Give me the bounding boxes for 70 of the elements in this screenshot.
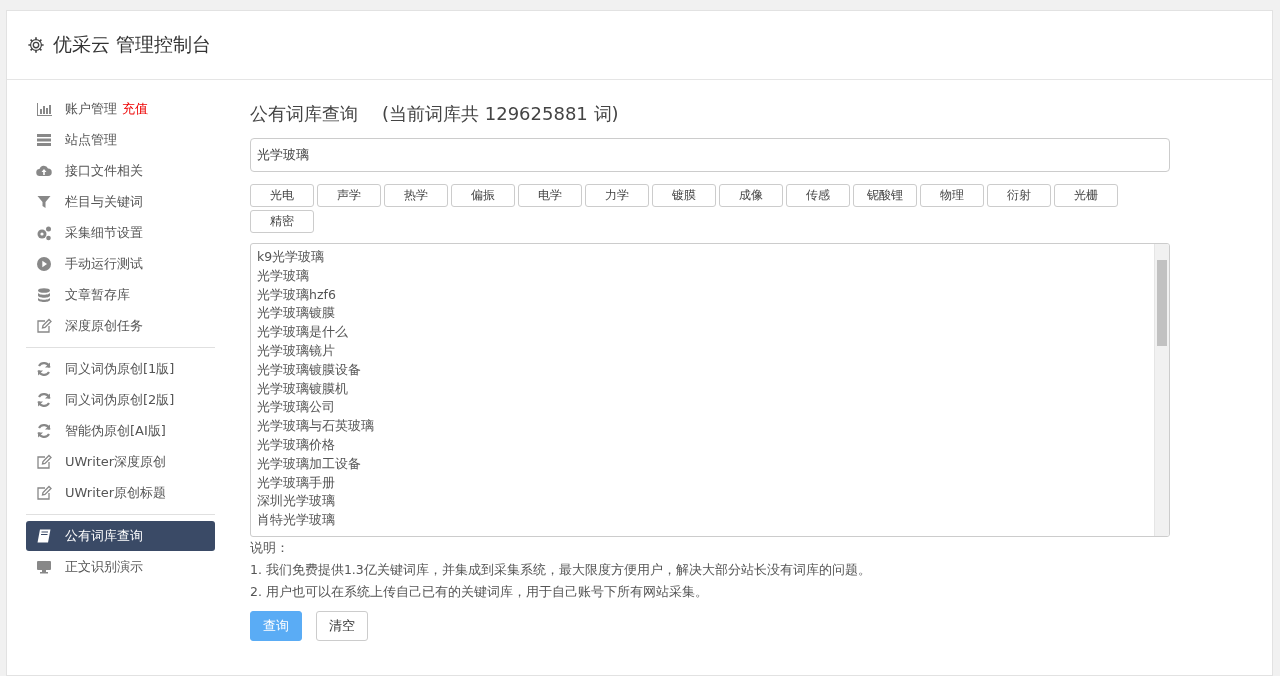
keyword-tag-button[interactable]: 精密 xyxy=(250,210,314,233)
result-item: 光学玻璃手册 xyxy=(257,473,336,492)
monitor-icon xyxy=(36,559,52,575)
bar-chart-icon xyxy=(36,101,52,117)
cloud-upload-icon xyxy=(36,163,52,179)
sidebar-item[interactable]: 智能伪原创[AI版] xyxy=(26,416,215,446)
notes-heading: 说明： xyxy=(250,539,290,557)
sidebar-item[interactable]: UWriter原创标题 xyxy=(26,478,215,508)
book-icon xyxy=(36,528,52,544)
console-title: 优采云 管理控制台 xyxy=(53,32,212,57)
sidebar-item[interactable]: 正文识别演示 xyxy=(26,552,215,582)
result-item: 光学玻璃镀膜设备 xyxy=(257,360,362,379)
sidebar-item[interactable]: 接口文件相关 xyxy=(26,156,215,186)
play-icon xyxy=(36,256,52,272)
clear-button[interactable]: 清空 xyxy=(316,611,368,641)
result-item: 深圳光学玻璃 xyxy=(257,492,336,511)
keyword-tag-button[interactable]: 成像 xyxy=(719,184,783,207)
result-item: 光学玻璃镜片 xyxy=(257,342,336,360)
database-icon xyxy=(36,287,52,303)
server-icon xyxy=(36,132,52,148)
result-item: k9光学玻璃 xyxy=(257,248,326,266)
keyword-tag-button[interactable]: 衍射 xyxy=(987,184,1051,207)
sidebar-item[interactable]: 站点管理 xyxy=(26,125,215,155)
edit-icon xyxy=(36,454,52,470)
keyword-tag-button[interactable]: 传感 xyxy=(786,184,850,207)
word-count: (当前词库共 129625881 词) xyxy=(382,102,619,126)
refresh-icon xyxy=(36,423,52,439)
sidebar-item[interactable]: 深度原创任务 xyxy=(26,311,215,341)
keyword-tag-button[interactable]: 热学 xyxy=(384,184,448,207)
settings-icon xyxy=(27,36,45,54)
keyword-tag-button[interactable]: 物理 xyxy=(920,184,984,207)
results-list[interactable]: k9光学玻璃 光学玻璃 光学玻璃hzf6 光学玻璃镀膜 光学玻璃是什么 光学玻璃镜片 光学玻璃镀膜设备 光学玻璃镀膜机 光学玻璃公司 光学玻璃与石英玻璃 光学玻璃价格 光学玻璃加工设备 光学玻璃手册 深圳光学玻璃 肖特光学玻璃 xyxy=(250,243,1170,537)
sidebar-item[interactable]: 文章暂存库 xyxy=(26,280,215,310)
edit-icon xyxy=(36,318,52,334)
result-item: 光学玻璃镀膜机 xyxy=(257,379,349,398)
result-item: 光学玻璃价格 xyxy=(257,435,336,454)
keyword-tag-button[interactable]: 镀膜 xyxy=(652,184,716,207)
result-item: 光学玻璃hzf6 xyxy=(257,285,337,304)
sidebar-item[interactable]: 同义词伪原创[1版] xyxy=(26,354,215,384)
filter-icon xyxy=(36,194,52,210)
scrollbar[interactable] xyxy=(1154,244,1169,536)
result-item: 光学玻璃加工设备 xyxy=(257,454,362,473)
result-item: 光学玻璃是什么 xyxy=(257,323,349,342)
result-item: 光学玻璃公司 xyxy=(257,398,336,417)
note-text: 1. 我们免费提供1.3亿关键词库，并集成到采集系统，最大限度方便用户，解决大部分站长没有词库的问题。 xyxy=(250,561,872,579)
keyword-tag-button[interactable]: 声学 xyxy=(317,184,381,207)
recharge-link[interactable]: 充值 xyxy=(122,100,148,118)
result-item: 光学玻璃与石英玻璃 xyxy=(257,417,375,436)
note-text: 2. 用户也可以在系统上传自己已有的关键词库，用于自己账号下所有网站采集。 xyxy=(250,583,709,601)
keyword-input-field[interactable]: 光学玻璃 xyxy=(250,138,1170,172)
keyword-tag-button[interactable]: 电学 xyxy=(518,184,582,207)
result-item: 肖特光学玻璃 xyxy=(257,511,336,530)
sidebar-item[interactable]: 同义词伪原创[2版] xyxy=(26,385,215,415)
keyword-tag-button[interactable]: 力学 xyxy=(585,184,649,207)
refresh-icon xyxy=(36,392,52,408)
edit-icon xyxy=(36,485,52,501)
sidebar-item[interactable]: 账户管理 充值 xyxy=(26,94,215,124)
result-item: 光学玻璃 xyxy=(257,266,310,285)
keyword-tag-button[interactable]: 光电 xyxy=(250,184,314,207)
keyword-tag-button[interactable]: 光栅 xyxy=(1054,184,1118,207)
sidebar-item[interactable]: 栏目与关键词 xyxy=(26,187,215,217)
page-title: 公有词库查询 xyxy=(250,102,358,126)
sidebar-item[interactable]: UWriter深度原创 xyxy=(26,447,215,477)
sidebar-item[interactable]: 公有词库查询 xyxy=(26,521,215,551)
sidebar-item[interactable]: 采集细节设置 xyxy=(26,218,215,248)
refresh-icon xyxy=(36,361,52,377)
keyword-tag-button[interactable]: 铌酸锂 xyxy=(853,184,917,207)
sidebar-item[interactable]: 手动运行测试 xyxy=(26,249,215,279)
result-item: 光学玻璃镀膜 xyxy=(257,304,336,323)
keyword-tag-button[interactable]: 偏振 xyxy=(451,184,515,207)
